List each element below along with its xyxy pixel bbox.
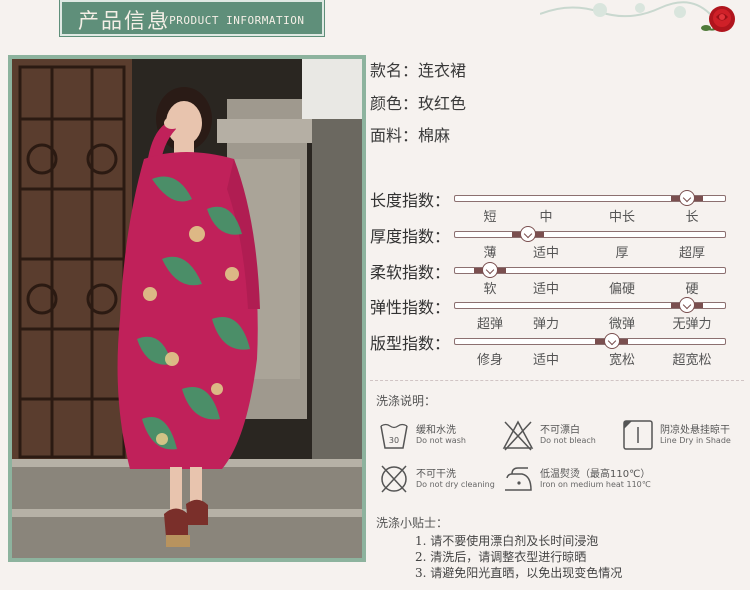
info-label: 颜色： <box>370 94 419 113</box>
scale-label: 长度指数： <box>370 191 451 210</box>
scale-tick-label: 适中 <box>532 282 560 297</box>
scale-tick-label: 适中 <box>532 353 560 368</box>
scale-tick-label: 弹力 <box>532 317 560 332</box>
floral-ornament-icon <box>540 1 710 18</box>
iron-low-heat-icon <box>505 467 532 491</box>
tip-item: 3. 请避免阳光直晒，以免出现变色情况 <box>415 566 623 580</box>
no-dry-clean-icon <box>381 465 407 493</box>
care-label-cn: 阴凉处悬挂晾干 <box>660 425 730 436</box>
care-label-cn: 不可漂白 <box>540 425 580 436</box>
tip-item: 1. 请不要使用漂白剂及长时间浸泡 <box>415 534 599 548</box>
info-style: 款名：连衣裙 <box>370 57 466 81</box>
scale-tick-label: 中 <box>539 210 553 225</box>
scale-knob-icon <box>679 297 696 313</box>
section-subtitle: /PRODUCT INFORMATION <box>162 14 305 27</box>
scale-track <box>454 333 726 349</box>
care-label-en: Line Dry in Shade <box>660 436 731 445</box>
care-label-cn: 不可干洗 <box>416 469 456 480</box>
info-value: 棉麻 <box>418 126 451 145</box>
scale-tick-label: 硬 <box>685 282 699 297</box>
scale-tick-label: 超弹 <box>476 317 504 332</box>
tip-item: 2. 清洗后，请调整衣型进行晾晒 <box>415 550 587 564</box>
scale-knob-icon <box>519 226 536 242</box>
scale-tick-label: 软 <box>483 282 497 297</box>
info-value: 玫红色 <box>418 94 467 113</box>
care-label-en: Do not dry cleaning <box>416 480 495 489</box>
care-label-en: Iron on medium heat 110℃ <box>540 480 651 489</box>
care-label-cn: 缓和水洗 <box>416 425 456 436</box>
scale-track <box>454 297 726 313</box>
scale-tick-label: 微弹 <box>608 317 636 332</box>
info-color: 颜色：玫红色 <box>370 90 466 114</box>
line-dry-shade-icon <box>623 420 653 450</box>
scale-tick-label: 厚 <box>615 246 629 261</box>
scale-knob-icon <box>482 262 499 278</box>
scale-tick-label: 修身 <box>476 353 504 368</box>
scale-label: 柔软指数： <box>370 263 451 282</box>
model-photo <box>12 59 362 558</box>
info-fabric: 面料：棉麻 <box>370 122 450 146</box>
scale-label: 弹性指数： <box>370 298 451 317</box>
no-bleach-icon <box>502 420 534 451</box>
info-label: 款名： <box>370 61 419 80</box>
scale-tick-label: 超厚 <box>678 246 706 261</box>
tips-title: 洗涤小贴士： <box>376 516 449 530</box>
svg-text:30: 30 <box>389 436 399 445</box>
scale-track <box>454 262 726 278</box>
scale-label: 版型指数： <box>370 334 451 353</box>
care-label-en: Do not wash <box>416 436 466 445</box>
rose-icon <box>701 6 735 32</box>
scale-tick-label: 宽松 <box>608 353 636 368</box>
product-photo-frame <box>8 55 366 562</box>
care-label-cn: 低温熨烫（最高110℃） <box>540 469 651 480</box>
scale-knob-icon <box>679 190 696 206</box>
scale-tick-label: 短 <box>483 210 497 225</box>
scale-knob-icon <box>603 333 620 349</box>
scale-tick-label: 中长 <box>608 210 636 225</box>
section-title: 产品信息 <box>78 9 170 33</box>
care-label-en: Do not bleach <box>540 436 596 445</box>
scale-track <box>454 226 726 242</box>
scale-label: 厚度指数： <box>370 227 451 246</box>
scale-tick-label: 偏硬 <box>608 282 636 297</box>
info-label: 面料： <box>370 126 419 145</box>
scale-tick-label: 适中 <box>532 246 560 261</box>
scale-tick-label: 超宽松 <box>672 353 712 368</box>
scale-track <box>454 190 726 206</box>
scale-tick-label: 无弹力 <box>672 317 712 332</box>
care-title: 洗涤说明： <box>376 394 437 408</box>
divider <box>370 380 744 381</box>
scale-tick-label: 薄 <box>483 246 497 261</box>
info-value: 连衣裙 <box>418 61 467 80</box>
hand-wash-icon: 30 <box>380 423 408 449</box>
scale-tick-label: 长 <box>685 210 699 225</box>
